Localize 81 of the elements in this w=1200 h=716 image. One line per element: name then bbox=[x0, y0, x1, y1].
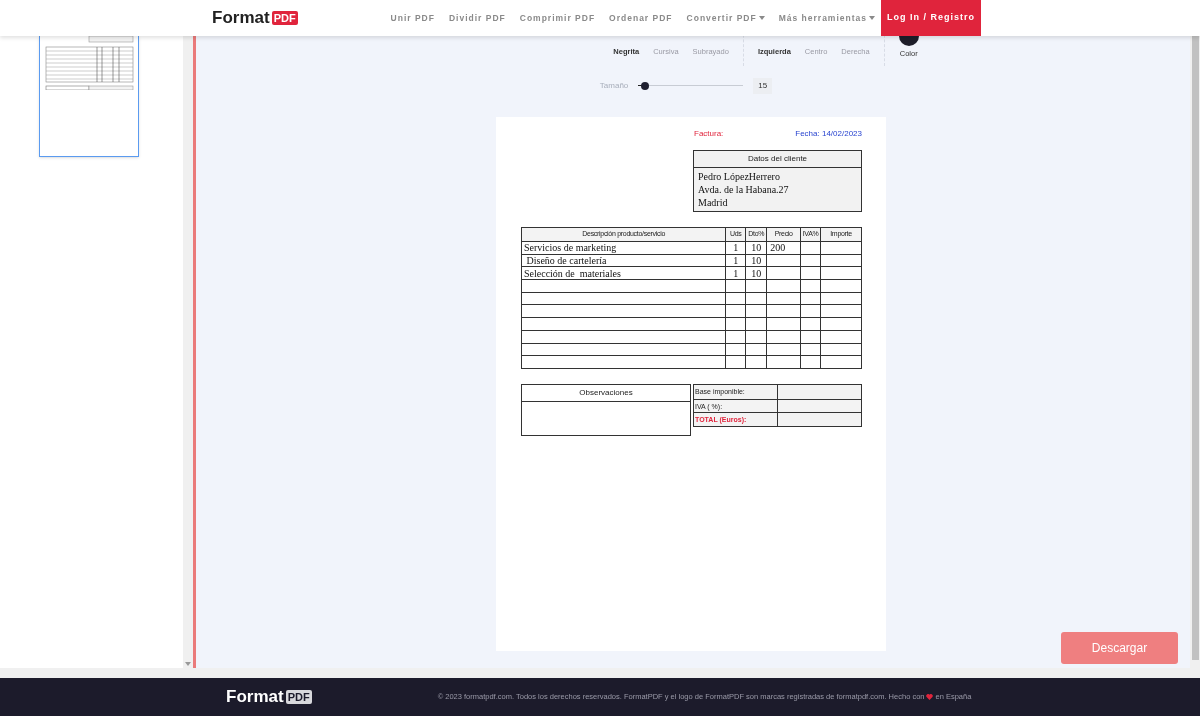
table-cell bbox=[766, 279, 801, 293]
table-cell bbox=[745, 355, 767, 369]
color-swatch[interactable] bbox=[898, 36, 919, 46]
table-cell: 10 bbox=[745, 241, 767, 255]
table-cell bbox=[820, 292, 862, 305]
table-cell bbox=[800, 343, 821, 356]
table-cell bbox=[800, 317, 821, 331]
nav-link[interactable]: Convertir PDF bbox=[686, 11, 765, 25]
table-cell bbox=[766, 355, 801, 369]
download-button[interactable]: Descargar bbox=[1061, 632, 1178, 664]
table-cell bbox=[820, 330, 862, 343]
observations-title: Observaciones bbox=[522, 385, 690, 402]
date-text: Fecha: 14/02/2023 bbox=[795, 128, 862, 140]
table-cell: Servicios de marketing bbox=[521, 241, 726, 255]
table-cell bbox=[820, 254, 862, 267]
table-cell bbox=[820, 355, 862, 369]
table-cell bbox=[725, 355, 746, 369]
table-cell bbox=[820, 317, 862, 331]
table-cell: 10 bbox=[745, 266, 767, 280]
table-cell bbox=[766, 317, 801, 331]
logo-badge[interactable]: PDF bbox=[271, 11, 298, 25]
table-cell bbox=[745, 292, 767, 305]
table-cell: Selección de materiales bbox=[521, 266, 726, 280]
nav-link[interactable]: Ordenar PDF bbox=[609, 11, 673, 25]
table-cell: Diseño de cartelería bbox=[521, 254, 726, 267]
table-cell bbox=[745, 343, 767, 356]
client-title: Datos del cliente bbox=[694, 151, 861, 168]
heart-icon bbox=[926, 694, 934, 700]
client-text: Madrid bbox=[698, 196, 729, 209]
nav-link[interactable]: Más herramientas bbox=[778, 11, 875, 25]
horizontal-scrollbar[interactable] bbox=[0, 668, 1200, 678]
table-cell bbox=[745, 330, 767, 343]
nav-link[interactable]: Dividir PDF bbox=[448, 11, 506, 25]
table-cell bbox=[800, 292, 821, 305]
table-cell bbox=[820, 241, 862, 255]
table-cell: 1 bbox=[725, 241, 746, 255]
page-thumbnail[interactable] bbox=[39, 36, 139, 157]
table-cell bbox=[800, 279, 821, 293]
table-cell bbox=[766, 343, 801, 356]
size-value-field[interactable]: 15 bbox=[753, 78, 773, 94]
client-text: Pedro LópezHerrero bbox=[698, 170, 781, 183]
table-cell bbox=[745, 317, 767, 331]
table-cell bbox=[800, 266, 821, 280]
size-slider[interactable] bbox=[638, 81, 744, 91]
table-cell bbox=[725, 317, 746, 331]
table-cell bbox=[766, 330, 801, 343]
vertical-scrollbar[interactable] bbox=[183, 36, 193, 668]
table-cell bbox=[800, 355, 821, 369]
table-cell bbox=[766, 266, 801, 280]
table-cell bbox=[800, 304, 821, 318]
table-cell bbox=[820, 343, 862, 356]
table-cell bbox=[725, 292, 746, 305]
logo-word[interactable]: Format bbox=[226, 684, 284, 710]
invoice-label: Factura: bbox=[694, 128, 724, 140]
table-cell bbox=[725, 330, 746, 343]
nav-link[interactable]: Comprimir PDF bbox=[519, 11, 596, 25]
table-cell bbox=[800, 241, 821, 255]
logo-word[interactable]: Format bbox=[212, 5, 270, 31]
table-cell: 1 bbox=[725, 254, 746, 267]
table-cell: 1 bbox=[725, 266, 746, 280]
nav-link[interactable]: Unir PDF bbox=[390, 11, 435, 25]
table-cell bbox=[766, 292, 801, 305]
table-cell bbox=[745, 304, 767, 318]
table-cell bbox=[725, 304, 746, 318]
table-cell bbox=[725, 343, 746, 356]
table-cell bbox=[820, 266, 862, 280]
client-text: Avda. de la Habana.27 bbox=[698, 183, 790, 196]
table-cell bbox=[800, 254, 821, 267]
table-cell bbox=[820, 304, 862, 318]
table-cell: 200 bbox=[766, 241, 801, 255]
table-cell bbox=[745, 279, 767, 293]
table-cell bbox=[725, 279, 746, 293]
table-cell bbox=[820, 279, 862, 293]
table-cell bbox=[766, 254, 801, 267]
logo-badge[interactable]: PDF bbox=[285, 690, 312, 704]
table-cell bbox=[766, 304, 801, 318]
size-label: Tamaño bbox=[599, 80, 629, 92]
login-button[interactable]: Log In / Registro bbox=[881, 0, 981, 36]
vertical-scrollbar[interactable] bbox=[1190, 36, 1200, 668]
table-cell bbox=[800, 330, 821, 343]
table-cell: 10 bbox=[745, 254, 767, 267]
